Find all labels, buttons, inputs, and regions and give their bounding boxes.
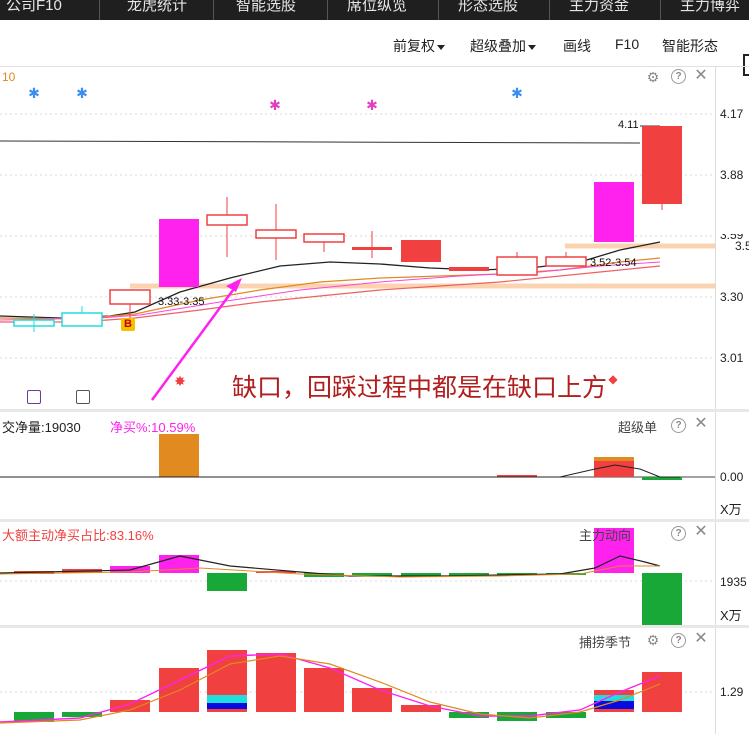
close-icon[interactable]: ✕ [693, 524, 709, 540]
settings-gear-icon[interactable]: ⚙ [645, 69, 661, 85]
help-icon[interactable]: ? [671, 418, 686, 433]
high-price-tag: 4.11 [618, 119, 639, 131]
indicator-name-main-force[interactable]: 主力动向 [579, 525, 631, 544]
help-icon[interactable]: ? [671, 526, 686, 541]
indicator-name-super[interactable]: 超级单 [618, 417, 657, 436]
current-price-edge: 3.5 [735, 239, 749, 253]
help-icon[interactable]: ? [671, 633, 686, 648]
kline-chart: ✱ ✱ ✱ ✱ ✱ ✸ ◆ [0, 85, 715, 724]
help-icon[interactable]: ? [671, 69, 686, 84]
settings-gear-icon[interactable]: ⚙ [645, 632, 661, 648]
super-axis-label: 0.00 [720, 470, 744, 484]
annotation-text: 缺口，回踩过程中都是在缺口上方 [232, 373, 608, 402]
price-axis-label: 3.30 [720, 290, 744, 304]
main-force-axis-label: 1935 [720, 575, 747, 589]
ma-label-partial: 10 [2, 70, 16, 84]
close-icon[interactable]: ✕ [693, 68, 709, 84]
buy-signal-badge: B [121, 318, 135, 331]
svg-text:✱: ✱ [511, 85, 523, 101]
net-volume-label: 交净量:19030 [2, 420, 81, 435]
svg-text:◆: ◆ [608, 372, 618, 386]
main-force-unit-label: X万 [720, 608, 742, 623]
svg-text:✸: ✸ [174, 373, 186, 389]
svg-text:✱: ✱ [76, 85, 88, 101]
svg-text:✱: ✱ [366, 97, 378, 113]
close-icon[interactable]: ✕ [693, 631, 709, 647]
price-axis-label: 3.88 [720, 168, 744, 182]
purple-square-icon[interactable] [27, 390, 41, 404]
net-buy-pct-label: 净买%:10.59% [110, 420, 196, 435]
gray-square-icon[interactable] [76, 390, 90, 404]
season-axis-label: 1.29 [720, 685, 744, 699]
gap-range-label: 3.33-3.35 [158, 296, 205, 308]
price-axis-label: 4.17 [720, 107, 744, 121]
candles [13, 126, 682, 332]
large-order-pct-label: 大额主动净买占比:83.16% [2, 528, 154, 543]
svg-text:✱: ✱ [28, 85, 40, 101]
svg-text:✱: ✱ [269, 97, 281, 113]
super-unit-label: X万 [720, 502, 742, 517]
price-axis-label: 3.01 [720, 351, 744, 365]
gap-range-label: 3.52-3.54 [590, 257, 637, 269]
indicator-name-season[interactable]: 捕捞季节 [579, 632, 631, 651]
close-icon[interactable]: ✕ [693, 416, 709, 432]
